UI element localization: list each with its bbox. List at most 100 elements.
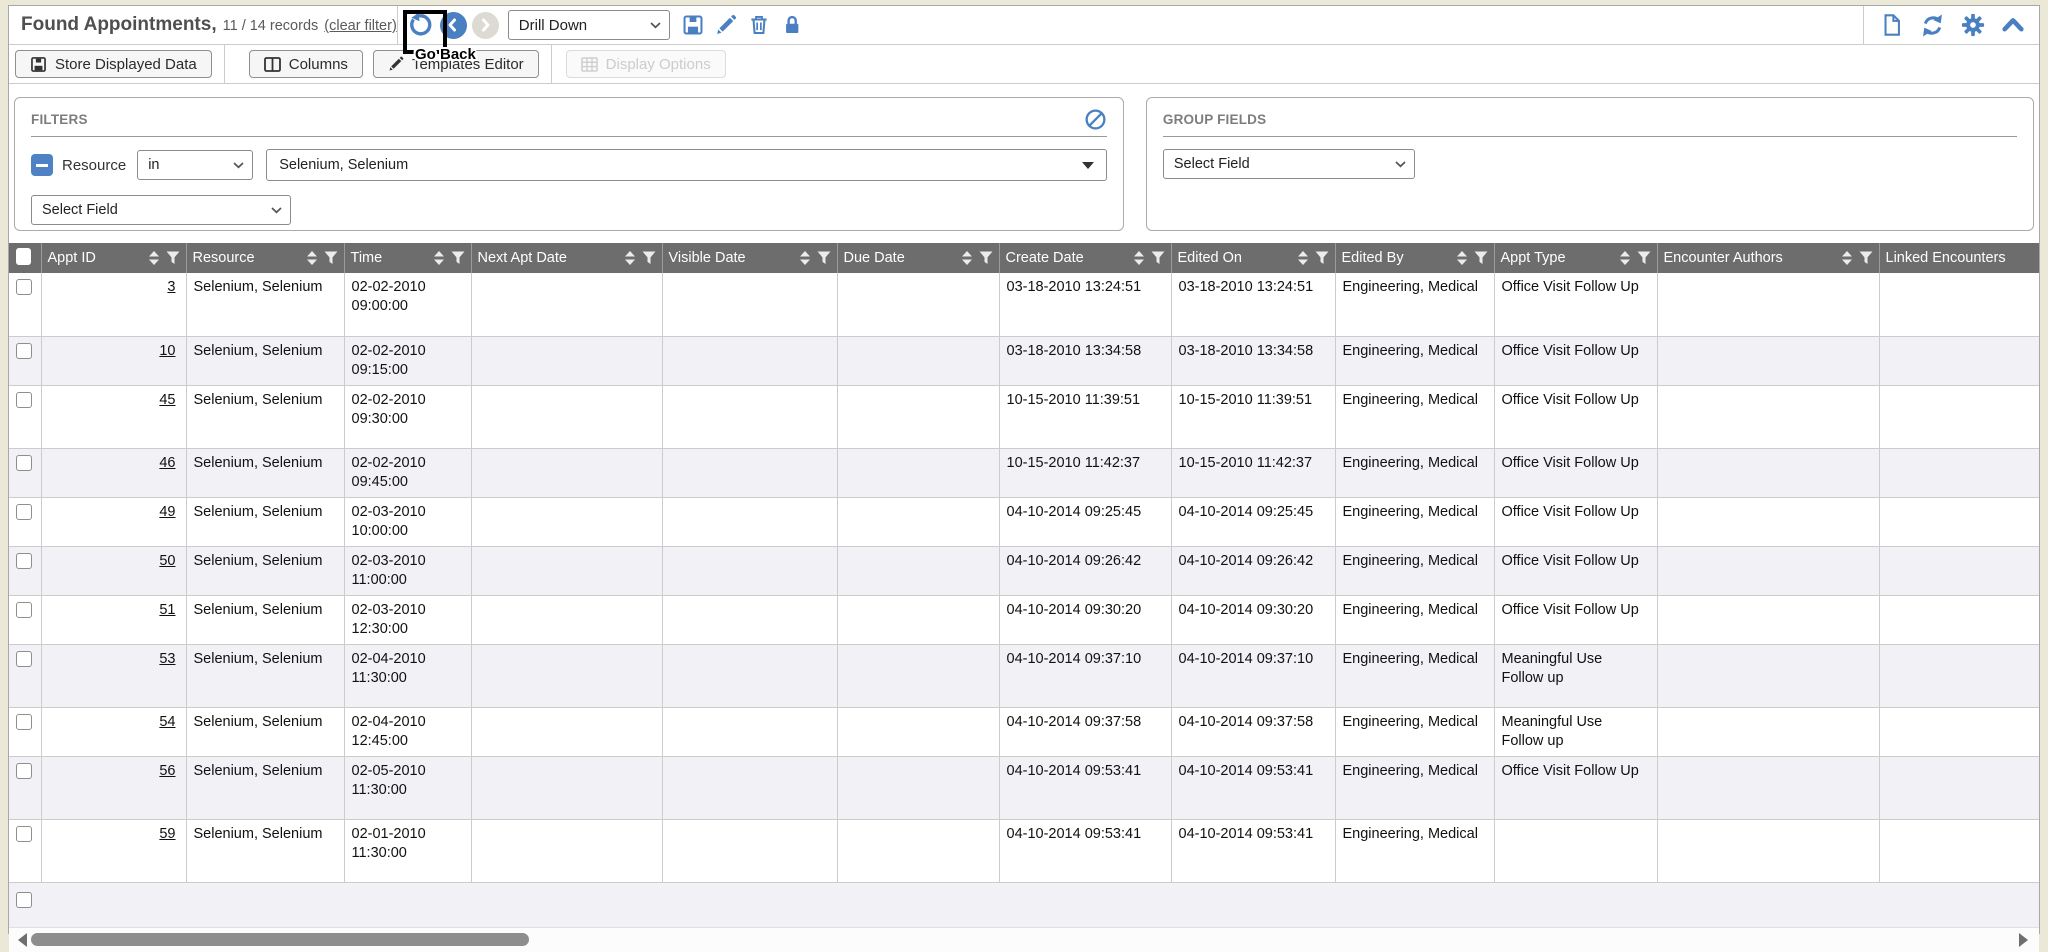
appt-id-link[interactable]: 10 <box>159 343 175 359</box>
row-checkbox[interactable] <box>16 343 32 359</box>
time-cell: 02-03-2010 10:00:00 <box>344 497 471 546</box>
add-filter-field-select[interactable]: Select Field <box>31 195 291 225</box>
next-apt-date-cell <box>471 385 662 448</box>
appt-id-cell: 49 <box>41 497 186 546</box>
appt-id-link[interactable]: 54 <box>159 714 175 730</box>
due-date-cell <box>837 707 999 756</box>
store-displayed-data-button[interactable]: Store Displayed Data <box>15 50 212 78</box>
appt-id-link[interactable]: 51 <box>159 602 175 618</box>
filter-funnel-icon[interactable] <box>324 251 338 265</box>
row-select-cell <box>9 644 41 707</box>
create-date-cell: 04-10-2014 09:53:41 <box>999 756 1171 819</box>
scrollbar-thumb[interactable] <box>31 933 529 946</box>
edit-template-icon[interactable] <box>715 14 737 36</box>
collapse-chevron-up-icon[interactable] <box>2001 13 2025 37</box>
appt-id-link[interactable]: 49 <box>159 504 175 520</box>
linked-encounters-cell <box>1879 448 2039 497</box>
filter-operator-select[interactable]: in <box>137 150 253 180</box>
filter-funnel-icon[interactable] <box>166 251 180 265</box>
appt-id-link[interactable]: 3 <box>167 279 175 295</box>
sort-icon[interactable] <box>1134 251 1144 265</box>
appt-id-cell: 3 <box>41 273 186 336</box>
row-checkbox[interactable] <box>16 553 32 569</box>
appt-id-link[interactable]: 56 <box>159 763 175 779</box>
time-cell: 02-04-2010 12:45:00 <box>344 707 471 756</box>
go-back-button[interactable] <box>440 12 467 39</box>
appt-type-cell: Office Visit Follow Up <box>1494 756 1657 819</box>
filter-funnel-icon[interactable] <box>817 251 831 265</box>
row-checkbox[interactable] <box>16 455 32 471</box>
columns-label: Columns <box>289 56 348 73</box>
row-checkbox[interactable] <box>16 504 32 520</box>
appt-type-cell: Office Visit Follow Up <box>1494 546 1657 595</box>
row-select-cell <box>9 385 41 448</box>
time-cell: 02-02-2010 09:45:00 <box>344 448 471 497</box>
delete-template-icon[interactable] <box>748 14 770 36</box>
filter-funnel-icon[interactable] <box>1315 251 1329 265</box>
visible-date-cell <box>662 819 837 882</box>
next-apt-date-cell <box>471 448 662 497</box>
sort-icon[interactable] <box>1298 251 1308 265</box>
group-field-select[interactable]: Select Field <box>1163 149 1415 179</box>
sort-icon[interactable] <box>962 251 972 265</box>
undo-icon[interactable] <box>406 12 432 38</box>
resource-cell: Selenium, Selenium <box>186 385 344 448</box>
due-date-cell <box>837 273 999 336</box>
sort-icon[interactable] <box>800 251 810 265</box>
drill-down-select[interactable]: Drill Down <box>508 10 670 40</box>
appt-id-cell: 54 <box>41 707 186 756</box>
sort-icon[interactable] <box>307 251 317 265</box>
display-options-button[interactable]: Display Options <box>566 50 726 78</box>
appt-id-link[interactable]: 59 <box>159 826 175 842</box>
sort-icon[interactable] <box>1620 251 1630 265</box>
sort-icon[interactable] <box>1457 251 1467 265</box>
encounter-authors-cell <box>1657 497 1879 546</box>
filter-funnel-icon[interactable] <box>642 251 656 265</box>
table-row: 54 Selenium, Selenium 02-04-2010 12:45:0… <box>9 707 2039 756</box>
appt-id-link[interactable]: 53 <box>159 651 175 667</box>
new-document-icon[interactable] <box>1880 13 1904 37</box>
row-checkbox[interactable] <box>16 392 32 408</box>
clear-filters-icon[interactable] <box>1084 108 1107 131</box>
filter-funnel-icon[interactable] <box>1474 251 1488 265</box>
linked-encounters-cell <box>1879 756 2039 819</box>
row-checkbox[interactable] <box>16 602 32 618</box>
filter-funnel-icon[interactable] <box>451 251 465 265</box>
resource-cell: Selenium, Selenium <box>186 546 344 595</box>
select-field-placeholder: Select Field <box>42 202 118 218</box>
filter-funnel-icon[interactable] <box>1637 251 1651 265</box>
row-checkbox[interactable] <box>16 714 32 730</box>
linked-encounters-cell <box>1879 336 2039 385</box>
remove-filter-button[interactable] <box>31 154 53 176</box>
go-forward-button[interactable] <box>472 12 499 39</box>
row-checkbox[interactable] <box>16 763 32 779</box>
row-checkbox[interactable] <box>16 826 32 842</box>
save-template-icon[interactable] <box>682 14 704 36</box>
appt-id-link[interactable]: 50 <box>159 553 175 569</box>
refresh-icon[interactable] <box>1920 13 1945 38</box>
filter-funnel-icon[interactable] <box>1151 251 1165 265</box>
filter-value-combobox[interactable]: Selenium, Selenium <box>266 149 1107 181</box>
row-checkbox[interactable] <box>16 651 32 667</box>
appt-id-link[interactable]: 46 <box>159 455 175 471</box>
filter-funnel-icon[interactable] <box>979 251 993 265</box>
edited-on-cell: 04-10-2014 09:25:45 <box>1171 497 1335 546</box>
sort-icon[interactable] <box>1842 251 1852 265</box>
encounter-authors-cell <box>1657 448 1879 497</box>
lock-template-icon[interactable] <box>781 14 803 36</box>
sort-icon[interactable] <box>434 251 444 265</box>
sort-icon[interactable] <box>625 251 635 265</box>
appt-id-link[interactable]: 45 <box>159 392 175 408</box>
settings-gear-icon[interactable] <box>1961 13 1985 37</box>
footer-checkbox[interactable] <box>16 892 32 908</box>
columns-icon <box>264 57 281 72</box>
resource-cell: Selenium, Selenium <box>186 595 344 644</box>
columns-button[interactable]: Columns <box>249 50 363 78</box>
select-all-checkbox[interactable] <box>16 248 31 265</box>
clear-filter-link[interactable]: (clear filter) <box>324 18 397 34</box>
row-checkbox[interactable] <box>16 279 32 295</box>
next-apt-date-cell <box>471 273 662 336</box>
filters-title: FILTERS <box>31 112 88 127</box>
sort-icon[interactable] <box>149 251 159 265</box>
filter-funnel-icon[interactable] <box>1859 251 1873 265</box>
